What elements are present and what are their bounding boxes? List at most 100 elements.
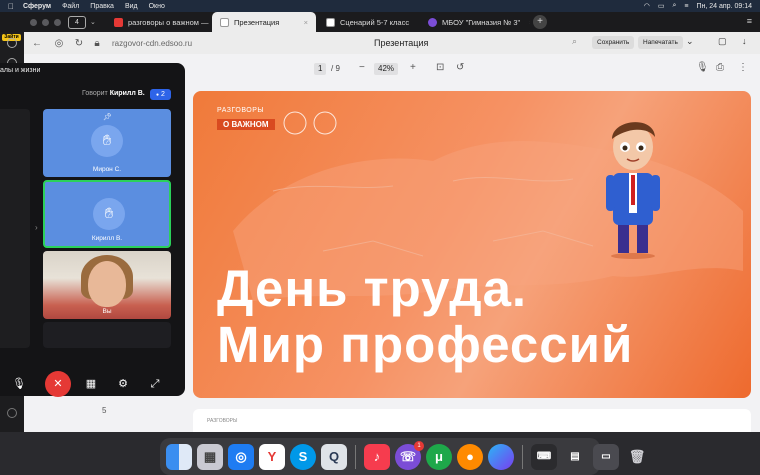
zoom-level[interactable]: 42% — [374, 63, 399, 75]
dock-separator — [522, 444, 523, 469]
tab-gymnasium[interactable]: МБОУ "Гимназия № 3" × — [420, 12, 530, 32]
page-number-input[interactable]: 1 — [314, 63, 327, 75]
video-call-window[interactable]: алы и жизни Говорит Кирилл В. ● 2 › 📌︎ ✋… — [0, 63, 185, 397]
participant-name: Вы — [102, 308, 112, 315]
participant-name: Мирон С. — [92, 166, 122, 173]
menu-edit[interactable]: Правка — [90, 3, 114, 10]
more-icon[interactable] — [7, 408, 17, 418]
tab-label: Презентация — [234, 17, 280, 27]
fullscreen-window-icon[interactable] — [54, 18, 61, 26]
apple-icon[interactable]:  — [8, 2, 14, 11]
call-title: алы и жизни — [0, 67, 41, 74]
main-video-area[interactable] — [0, 109, 30, 348]
headline-line-2: Мир профессий — [217, 316, 634, 373]
menu-file[interactable]: Файл — [62, 3, 79, 10]
participant-tile-active[interactable]: ✋︎ Кирилл В. — [43, 180, 171, 248]
status-area: ◠ ▭ ⌕ ≡ Пн, 24 апр. 09:14 — [644, 2, 752, 10]
menu-app-name[interactable]: Сферум — [23, 3, 51, 10]
headline-line-1: День труда. — [217, 260, 528, 317]
url-field[interactable]: razgovor-cdn.edsoo.ru — [112, 39, 192, 48]
logo-top-text: РАЗГОВОРЫ — [217, 107, 265, 114]
close-window-icon[interactable] — [30, 18, 37, 26]
chevron-down-icon[interactable]: ⌄ — [686, 36, 694, 47]
tab-count-badge[interactable]: 4 — [68, 15, 86, 29]
minimize-window-icon[interactable] — [42, 18, 49, 26]
menu-view[interactable]: Вид — [125, 3, 138, 10]
yandex-browser-icon[interactable]: Y — [259, 443, 285, 470]
notification-badge: 1 — [414, 440, 424, 451]
tab-label: МБОУ "Гимназия № 3" — [442, 17, 521, 27]
tab-scenario[interactable]: Сценарий 5-7 класс — [318, 12, 418, 32]
chevron-right-icon[interactable]: › — [35, 223, 38, 232]
razgovory-logo: РАЗГОВОРЫ О ВАЖНОМ — [217, 107, 275, 132]
safari-icon[interactable]: ◎ — [228, 443, 254, 470]
fit-page-icon[interactable]: ⊡ — [436, 62, 444, 73]
utorrent-icon[interactable]: μ — [426, 443, 452, 470]
more-options-icon[interactable]: ⋮ — [738, 62, 748, 73]
close-tab-icon[interactable]: × — [304, 18, 308, 27]
dock-separator — [355, 444, 356, 469]
microphone-button[interactable]: 🎙︎ — [6, 371, 32, 397]
slide-headline: День труда. Мир профессий — [217, 261, 633, 373]
quicktime-icon[interactable]: Q — [321, 443, 347, 470]
yandex-favicon-icon — [114, 17, 123, 27]
clock[interactable]: Пн, 24 апр. 09:14 — [696, 3, 752, 10]
print-button[interactable]: Напечатать — [638, 36, 683, 49]
chevron-down-icon[interactable]: ⌄ — [90, 18, 96, 26]
grid-view-button[interactable]: ▦ — [78, 371, 104, 397]
sferum-favicon-icon — [428, 17, 437, 27]
download-icon[interactable]: ↓ — [742, 36, 747, 46]
search-page-icon[interactable]: ⌕ — [572, 36, 577, 47]
participant-name: Кирилл В. — [91, 235, 123, 242]
save-button[interactable]: Сохранить — [592, 36, 635, 49]
finder-icon[interactable] — [166, 443, 192, 470]
back-icon[interactable]: ← — [30, 38, 44, 49]
settings-gear-icon[interactable]: ⚙︎ — [110, 371, 136, 397]
self-video-face — [88, 261, 126, 307]
history-icon[interactable] — [7, 38, 17, 48]
rotate-icon[interactable]: ↺ — [456, 62, 464, 73]
screenshot-icon[interactable]: ▤ — [562, 443, 588, 470]
current-page: 1 — [318, 64, 323, 73]
new-tab-button[interactable]: + — [533, 15, 547, 29]
participants-count: 2 — [161, 91, 165, 98]
pin-icon[interactable]: 📌︎ — [103, 113, 112, 121]
participant-tile[interactable] — [43, 322, 171, 348]
page-title: Презентация — [374, 38, 429, 48]
control-center-icon[interactable]: ≡ — [684, 3, 688, 10]
viber-icon[interactable]: ☏ 1 — [395, 440, 424, 470]
reload-icon[interactable]: ↻ — [72, 38, 86, 49]
fullscreen-button[interactable]: ⤢ — [142, 371, 168, 397]
chat-window-icon[interactable]: ▭ — [593, 443, 619, 470]
launchpad-icon[interactable]: ▦ — [197, 443, 223, 470]
self-video-tile[interactable]: Вы — [43, 251, 171, 319]
tab-label: разговоры о важном — — [128, 17, 209, 27]
lock-icon: 🔒︎ — [94, 37, 100, 49]
skype-icon[interactable]: S — [290, 443, 316, 470]
battery-icon[interactable]: ▭ — [658, 2, 665, 10]
participant-tile[interactable]: 📌︎ ✋︎ Мирон С. — [43, 109, 171, 177]
trash-icon[interactable]: 🗑︎ — [624, 444, 650, 470]
microphone-icon[interactable]: 🎙︎ — [696, 62, 709, 73]
wifi-icon[interactable]: ◠ — [644, 2, 650, 10]
page-total: / 9 — [331, 64, 340, 73]
tab-presentation[interactable]: Презентация × — [212, 12, 316, 32]
search-icon[interactable]: ⌕ — [672, 2, 676, 10]
tab-menu-icon[interactable]: ≡ — [747, 16, 752, 26]
keyboard-viewer-icon[interactable]: ⌨︎ — [531, 443, 557, 470]
participants-count-badge[interactable]: ● 2 — [150, 89, 171, 100]
current-speaker: Говорит Кирилл В. — [82, 90, 145, 97]
close-tab-icon[interactable]: × — [529, 18, 530, 27]
firefox-icon[interactable]: ● — [457, 443, 483, 470]
tab-razgovory[interactable]: разговоры о важном — — [106, 12, 210, 32]
print-icon[interactable]: ⎙ — [716, 62, 724, 73]
protect-icon[interactable]: ◎ — [52, 38, 66, 49]
zoom-in-icon[interactable]: + — [410, 62, 416, 73]
document-icon — [326, 17, 335, 27]
browser-app-icon[interactable] — [488, 443, 514, 470]
menu-window[interactable]: Окно — [149, 3, 165, 10]
music-icon[interactable]: ♪ — [364, 443, 390, 470]
end-call-button[interactable]: ✕ — [45, 371, 71, 397]
comment-icon[interactable]: ▢ — [718, 36, 727, 47]
zoom-out-icon[interactable]: − — [359, 62, 365, 73]
